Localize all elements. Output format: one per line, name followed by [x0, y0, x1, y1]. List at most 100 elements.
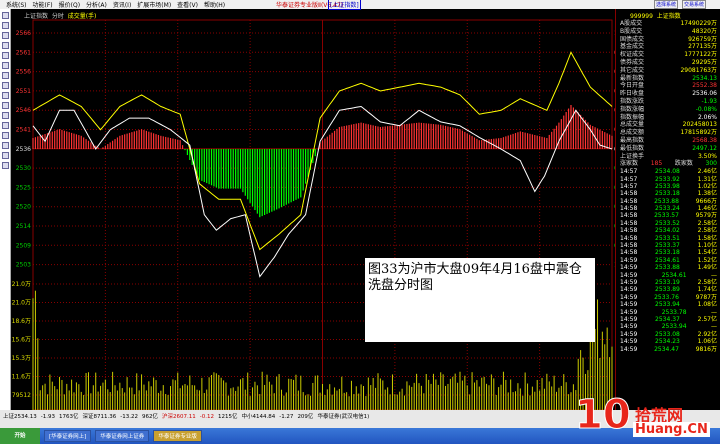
- stat-row: 指数涨跌 -1.93: [616, 98, 720, 106]
- task-item[interactable]: [华泰证券网上]: [44, 430, 92, 442]
- stat-label: B股成交: [620, 27, 643, 35]
- tick-price: 2534.61: [655, 256, 680, 264]
- tick-volume: 1.74亿: [697, 286, 717, 294]
- y-tick-left: 2509: [16, 242, 31, 249]
- stat-label: 总成交量: [620, 121, 645, 129]
- start-button[interactable]: 开始: [0, 428, 40, 444]
- tick-row: 14:58 2533.88 9666万: [616, 198, 720, 205]
- y-tick-left: 2551: [16, 88, 31, 95]
- tick-volume: —: [710, 271, 717, 279]
- tick-price: 2533.88: [654, 197, 679, 205]
- stat-row: B股成交 48320万: [616, 28, 720, 36]
- stat-row: 权证成交 1777122万: [616, 51, 720, 59]
- stat-label: 其它成交: [620, 66, 645, 74]
- tick-time: 14:58: [620, 234, 638, 242]
- tick-price: 2534.02: [655, 227, 680, 235]
- tick-volume: 1.49亿: [697, 264, 717, 272]
- tick-volume: 9666万: [695, 197, 717, 205]
- tick-price: 2533.98: [655, 182, 680, 190]
- tick-time: 14:59: [620, 308, 638, 316]
- status-item: 209亿: [297, 414, 314, 420]
- tick-time: 14:57: [620, 168, 638, 176]
- tick-list[interactable]: 14:57 2534.08 2.46亿 14:57 2533.92 1.31亿 14:57 2…: [616, 168, 720, 353]
- tick-row: 14:59 2534.23 1.06亿: [616, 338, 720, 345]
- stat-label: 最高指数: [620, 136, 645, 144]
- stat-value: 2552.38: [692, 82, 717, 90]
- tick-row: 14:59 2533.94 1.08亿: [616, 301, 720, 308]
- tick-volume: 2.58亿: [697, 227, 717, 235]
- y-tick-left: 2514: [16, 223, 31, 230]
- status-item: 深证8711.36: [82, 414, 117, 420]
- tick-row: 14:58 2533.18 1.54亿: [616, 249, 720, 256]
- tick-volume: 1.08亿: [697, 301, 717, 309]
- stat-value: 2536.06: [692, 90, 717, 98]
- y-tick-left: 2546: [16, 107, 31, 114]
- stat-value: 1777122万: [684, 51, 717, 59]
- stat-label: 总成交额: [620, 129, 645, 137]
- stat-value: 202458013: [682, 121, 717, 129]
- status-item: 沪深2607.11: [161, 414, 196, 420]
- tick-price: 2533.92: [655, 175, 680, 183]
- task-item[interactable]: 华泰证券专业版: [153, 430, 202, 442]
- y-tick-left: 2520: [16, 204, 31, 211]
- tick-time: 14:59: [620, 271, 638, 279]
- stat-value: 2497.12: [692, 144, 717, 152]
- stat-row: 其它成交 29081763万: [616, 67, 720, 75]
- stat-value: -0.08%: [695, 105, 717, 113]
- y-tick-left: 2541: [16, 127, 31, 134]
- stat-label: 债券成交: [620, 58, 645, 66]
- tick-row: 14:59 2534.61 —: [616, 272, 720, 279]
- stat-value: 2568.38: [692, 136, 717, 144]
- tick-row: 14:58 2533.57 9579万: [616, 212, 720, 219]
- y-tick-left: 2566: [16, 30, 31, 37]
- tick-price: 2533.94: [661, 323, 687, 331]
- tick-price: 2533.88: [655, 264, 680, 272]
- stats-list: A股成交 17490229万 B股成交 48320万 国债成交 926759万 基金成交 27…: [616, 20, 720, 160]
- tick-price: 2534.37: [655, 315, 680, 323]
- status-item: 华泰证券(武汉电信1): [317, 414, 370, 420]
- vol-tick-left: 21.0万: [12, 281, 31, 288]
- intraday-chart: 25661.19%25610.99%25560.79%25510.59%2546…: [12, 19, 633, 418]
- tick-time: 14:58: [620, 249, 638, 257]
- dec-count: 300: [705, 160, 717, 168]
- tick-price: 2533.18: [655, 190, 680, 198]
- adv-dec-row: 涨家数 185 跌家数 300: [616, 160, 720, 168]
- tick-price: 2533.57: [654, 212, 679, 220]
- tick-row: 14:57 2533.92 1.31亿: [616, 176, 720, 183]
- tick-time: 14:59: [620, 330, 638, 338]
- tick-row: 14:58 2533.18 1.38亿: [616, 190, 720, 197]
- tick-price: 2533.51: [655, 234, 680, 242]
- stat-row: A股成交 17490229万: [616, 20, 720, 28]
- tick-price: 2533.78: [661, 308, 687, 316]
- task-item[interactable]: 华泰证券网上证券: [95, 430, 150, 442]
- tick-time: 14:59: [620, 338, 638, 346]
- tick-row: 14:57 2534.08 2.46亿: [616, 168, 720, 175]
- stat-label: 指数涨跌: [620, 97, 645, 105]
- tick-time: 14:59: [620, 293, 638, 301]
- status-item: 1215亿: [217, 414, 238, 420]
- tick-volume: 2.57亿: [697, 315, 717, 323]
- tick-volume: 9816万: [695, 345, 717, 353]
- tick-volume: 1.31亿: [697, 175, 717, 183]
- stat-label: A股成交: [620, 20, 643, 27]
- tick-price: 2534.61: [661, 271, 687, 279]
- tick-volume: 9579万: [695, 212, 717, 220]
- y-tick-left: 2536: [16, 146, 31, 153]
- tick-time: 14:59: [620, 264, 638, 272]
- y-tick-left: 2525: [16, 184, 31, 191]
- tick-row: 14:58 2533.24 1.46亿: [616, 205, 720, 212]
- tick-time: 14:57: [620, 175, 638, 183]
- tick-volume: 1.46亿: [697, 205, 717, 213]
- stat-row: 昨日收盘 2536.06: [616, 90, 720, 98]
- tick-volume: —: [710, 323, 717, 331]
- status-item: -1.27: [279, 414, 294, 420]
- tick-time: 14:58: [620, 212, 638, 220]
- status-item: 962亿: [141, 414, 158, 420]
- stat-value: 277135万: [688, 43, 717, 51]
- stat-value: 3.50%: [697, 152, 717, 160]
- tick-volume: 1.06亿: [697, 338, 717, 346]
- stat-value: 2.06%: [697, 113, 717, 121]
- tick-row: 14:58 2534.02 2.58亿: [616, 227, 720, 234]
- tick-volume: —: [710, 308, 717, 316]
- tick-price: 2533.76: [654, 293, 679, 301]
